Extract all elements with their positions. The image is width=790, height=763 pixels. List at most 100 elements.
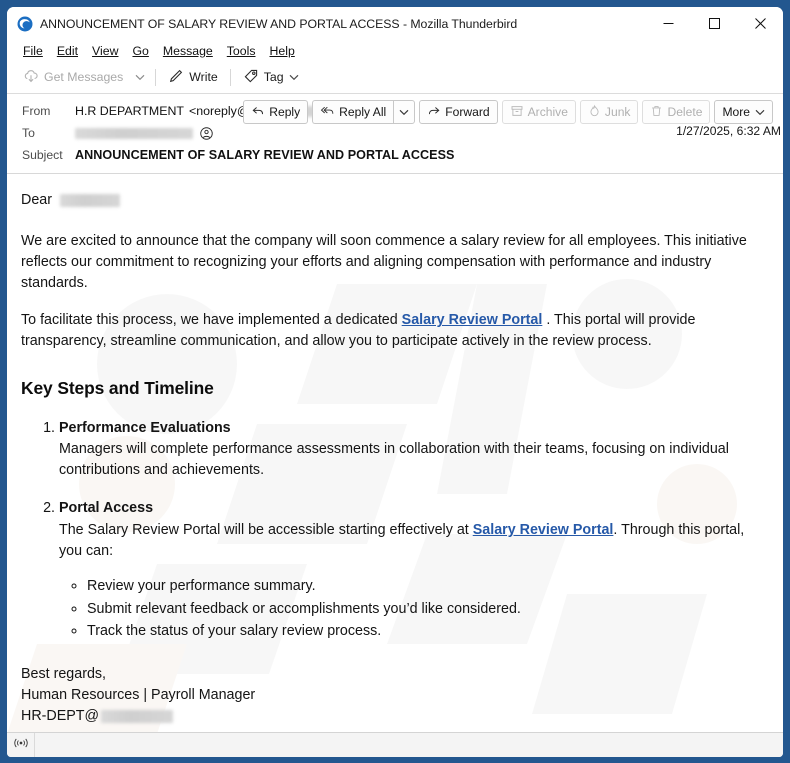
tag-button[interactable]: Tag [236,65,306,90]
menu-go[interactable]: Go [125,44,155,58]
reply-all-label: Reply All [339,105,387,119]
menu-file-label: File [23,43,43,58]
window-controls [645,7,783,40]
junk-label: Junk [604,105,631,119]
tag-chevron-down-icon [289,70,299,84]
get-messages-label: Get Messages [44,70,124,84]
from-label: From [22,104,51,118]
forward-icon [427,104,441,121]
thunderbird-icon [17,16,33,32]
toolbar-divider-1 [155,68,157,86]
mail-toolbar: Get Messages Write Tag [7,61,783,94]
menu-message-label: Message [162,43,213,58]
archive-box-icon [510,104,524,121]
get-messages-chevron-down-icon[interactable] [130,65,150,90]
subject-label: Subject [22,148,63,162]
menu-tools[interactable]: Tools [220,44,263,58]
signature-email-prefix: HR-DEPT@ [21,707,100,724]
email-signature: Best regards, Human Resources | Payroll … [21,664,769,726]
menu-view[interactable]: View [85,44,125,58]
offline-broadcast-icon [13,736,29,754]
greeting-text: Dear [21,192,52,208]
forward-button[interactable]: Forward [419,100,498,124]
list-item: Review your performance summary. [87,576,769,597]
get-messages-button[interactable]: Get Messages [16,65,130,90]
signature-line-3: HR-DEPT@ [21,706,769,727]
reply-all-group: Reply All [312,100,416,124]
to-row: To 1/27/2025, 6:32 AM [17,122,781,144]
list-item: Portal Access The Salary Review Portal w… [59,498,769,642]
recipient-name-redacted [60,193,120,207]
status-bar [7,732,783,757]
menu-help-label: Help [269,43,295,58]
download-cloud-icon [23,68,39,87]
greeting-line: Dear [21,190,769,211]
close-icon[interactable] [737,7,783,40]
write-button[interactable]: Write [161,65,224,90]
from-display-name: H.R DEPARTMENT [75,104,184,118]
from-row: From H.R DEPARTMENT <noreply@ > [17,100,773,124]
write-label: Write [189,70,218,84]
from-address-open: <noreply@ [189,104,250,118]
thunderbird-window: ANNOUNCEMENT OF SALARY REVIEW AND PORTAL… [0,0,790,763]
reply-all-button[interactable]: Reply All [312,100,394,124]
step-1-text: Managers will complete performance asses… [59,441,729,479]
list-item: Performance Evaluations Managers will co… [59,418,769,482]
delete-label: Delete [667,105,703,119]
window-client-area: ANNOUNCEMENT OF SALARY REVIEW AND PORTAL… [7,7,783,757]
menu-edit-label: Edit [56,43,79,58]
menu-go-label: Go [132,43,149,58]
reply-label: Reply [269,105,301,119]
paragraph-portal: To facilitate this process, we have impl… [21,310,769,352]
reply-all-icon [320,104,335,121]
section-heading: Key Steps and Timeline [21,378,214,399]
maximize-icon[interactable] [691,7,737,40]
archive-label: Archive [527,105,568,119]
paragraph-intro: We are excited to announce that the comp… [21,232,747,291]
to-value[interactable] [75,126,213,140]
menu-help[interactable]: Help [263,44,302,58]
step-2-text-before: The Salary Review Portal will be accessi… [59,522,473,538]
salary-review-portal-link-2[interactable]: Salary Review Portal [473,522,614,538]
minimize-icon[interactable] [645,7,691,40]
junk-flame-icon [588,104,601,121]
menu-file[interactable]: File [16,44,50,58]
email-content: Dear We are excited to announce that the… [21,190,769,726]
to-add-contact-icon[interactable] [200,126,213,140]
more-button[interactable]: More [714,100,773,124]
list-item: Track the status of your salary review p… [87,621,769,642]
step-1-title: Performance Evaluations [59,419,231,436]
signature-line-1: Best regards, [21,666,107,683]
menu-bar: File Edit View Go Message Tools Help [7,40,783,61]
more-chevron-down-icon [755,105,765,119]
menu-message[interactable]: Message [156,44,220,58]
pencil-icon [168,68,184,87]
title-bar: ANNOUNCEMENT OF SALARY REVIEW AND PORTAL… [7,7,783,40]
tag-icon [243,68,259,87]
portal-capabilities-list: Review your performance summary. Submit … [59,576,769,643]
archive-button[interactable]: Archive [501,100,576,124]
trash-icon [650,104,663,121]
subject-value: ANNOUNCEMENT OF SALARY REVIEW AND PORTAL… [75,148,455,162]
paragraph-portal-before: To facilitate this process, we have impl… [21,312,402,329]
junk-button[interactable]: Junk [579,100,639,124]
window-title: ANNOUNCEMENT OF SALARY REVIEW AND PORTAL… [40,16,518,31]
menu-edit[interactable]: Edit [50,44,85,58]
to-address-redacted [75,127,193,139]
tag-label: Tag [263,70,284,84]
signature-email-redacted [101,709,174,723]
signature-line-2: Human Resources | Payroll Manager [21,687,256,704]
offline-status-cell[interactable] [7,733,35,757]
step-2-title: Portal Access [59,500,154,517]
delete-button[interactable]: Delete [642,100,711,124]
message-body: Dear We are excited to announce that the… [7,174,783,732]
reply-all-chevron-down-icon[interactable] [393,100,416,124]
subject-row: Subject ANNOUNCEMENT OF SALARY REVIEW AN… [17,144,773,166]
forward-label: Forward [445,105,490,119]
menu-tools-label: Tools [226,43,256,58]
reply-button[interactable]: Reply [243,100,309,124]
salary-review-portal-link-1[interactable]: Salary Review Portal [402,312,543,328]
to-label: To [22,126,35,140]
message-date: 1/27/2025, 6:32 AM [676,124,781,138]
more-label: More [722,105,750,119]
